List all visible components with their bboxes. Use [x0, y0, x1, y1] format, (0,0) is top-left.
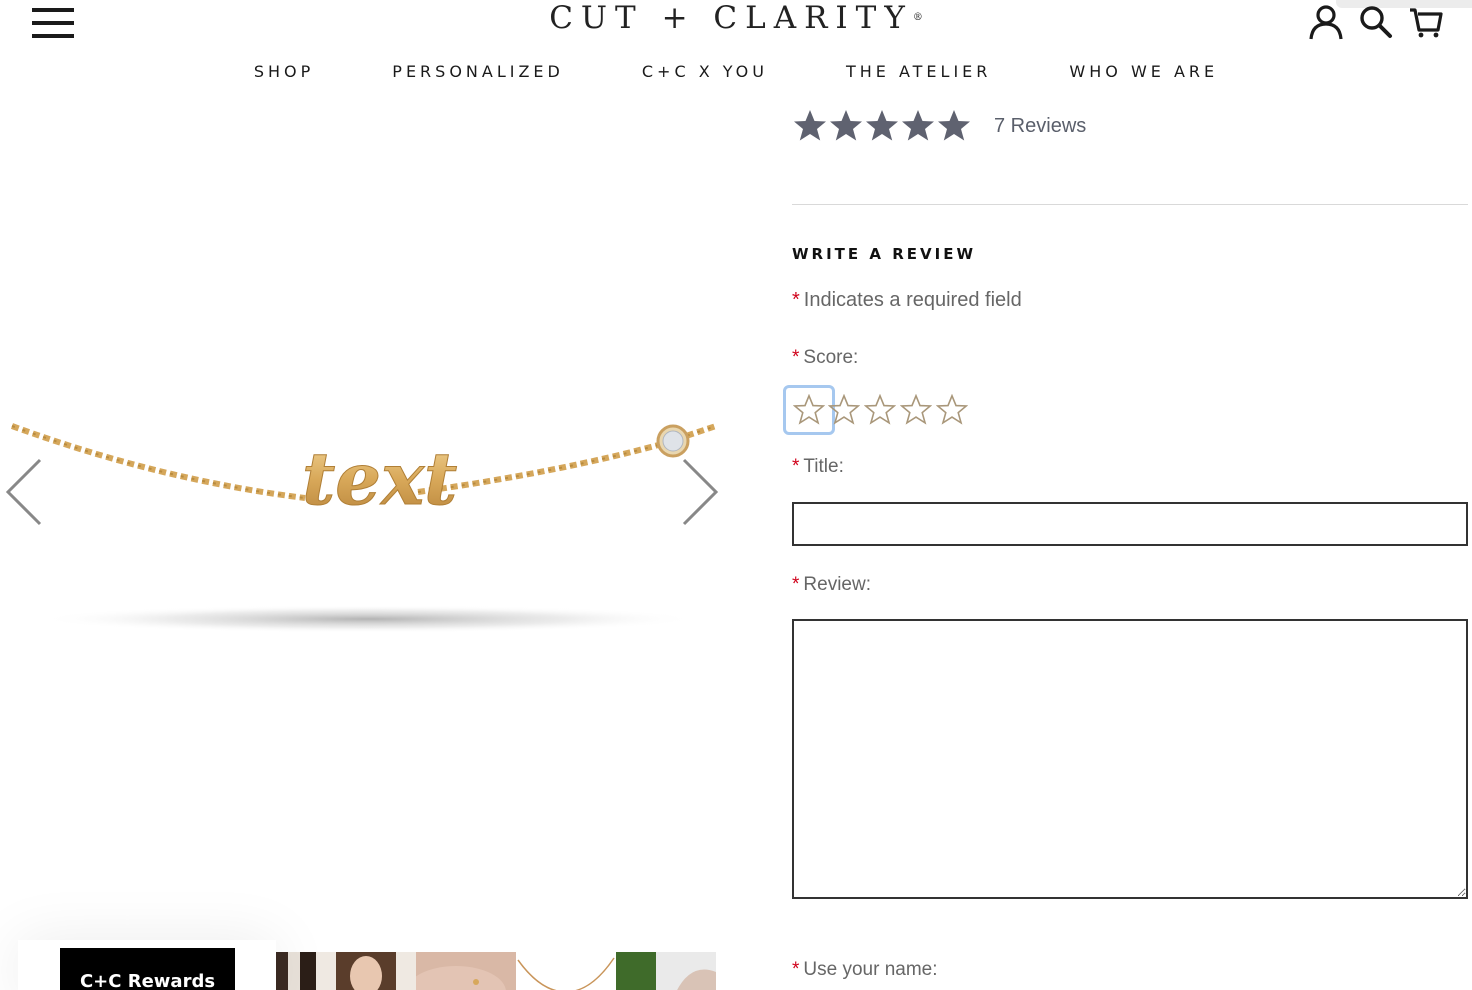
thumbnail-strip	[276, 952, 716, 990]
score-label-text: Score:	[803, 347, 859, 368]
review-label: * Review:	[792, 574, 871, 596]
required-asterisk: *	[792, 347, 800, 368]
thumbnail-3[interactable]	[416, 952, 516, 990]
main-navigation: SHOP PERSONALIZED C+C X YOU THE ATELIER …	[0, 62, 1472, 81]
required-asterisk: *	[792, 289, 800, 311]
nav-item-who-we-are[interactable]: WHO WE ARE	[1069, 62, 1218, 81]
star-filled-icon	[938, 110, 970, 141]
star-outline-icon	[936, 394, 968, 425]
section-divider	[792, 204, 1468, 205]
title-label: * Title:	[792, 456, 844, 478]
reviews-count-link[interactable]: 7 Reviews	[994, 115, 1086, 138]
thumbnail-1[interactable]	[276, 952, 316, 990]
star-outline-icon	[900, 394, 932, 425]
star-filled-icon	[794, 110, 826, 141]
cart-icon[interactable]	[1408, 4, 1444, 40]
review-label-text: Review:	[803, 574, 871, 595]
star-filled-icon	[866, 110, 898, 141]
review-body-textarea[interactable]	[792, 619, 1468, 899]
star-filled-icon	[902, 110, 934, 141]
registered-mark: ®	[912, 12, 923, 23]
chevron-right-icon[interactable]	[680, 456, 720, 528]
star-outline-icon	[864, 394, 896, 425]
name-label-text: Use your name:	[803, 959, 938, 980]
product-gallery: text	[0, 100, 720, 990]
nav-item-the-atelier[interactable]: THE ATELIER	[846, 62, 991, 81]
required-note-text: Indicates a required field	[803, 289, 1022, 311]
product-image: text	[10, 423, 717, 633]
write-review-heading: WRITE A REVIEW	[792, 245, 976, 263]
chevron-left-icon[interactable]	[4, 456, 44, 528]
nav-item-personalized[interactable]: PERSONALIZED	[392, 62, 564, 81]
title-label-text: Title:	[803, 456, 844, 477]
score-star-3[interactable]	[862, 388, 898, 432]
score-label: * Score:	[792, 347, 858, 369]
score-star-5[interactable]	[934, 388, 970, 432]
score-star-4[interactable]	[898, 388, 934, 432]
site-logo[interactable]: CUT + CLARITY®	[0, 0, 1472, 36]
nav-item-shop[interactable]: SHOP	[254, 62, 314, 81]
required-asterisk: *	[792, 456, 800, 477]
rewards-button[interactable]: C+C Rewards	[60, 948, 235, 990]
thumbnail-5[interactable]	[616, 952, 716, 990]
review-title-input[interactable]	[792, 502, 1468, 546]
rating-summary: 7 Reviews	[792, 108, 1086, 144]
star-outline-icon	[793, 394, 825, 425]
account-icon[interactable]	[1308, 4, 1344, 40]
header-actions	[1308, 4, 1444, 40]
product-script-word: text	[302, 436, 457, 521]
required-field-note: * Indicates a required field	[792, 289, 1022, 312]
star-outline-icon	[828, 394, 860, 425]
score-star-2[interactable]	[826, 388, 862, 432]
thumbnail-4[interactable]	[516, 952, 616, 990]
required-asterisk: *	[792, 959, 800, 980]
required-asterisk: *	[792, 574, 800, 595]
score-rating-input	[783, 385, 970, 435]
star-filled-icon	[830, 110, 862, 141]
name-label: * Use your name:	[792, 959, 938, 981]
nav-item-cc-x-you[interactable]: C+C X YOU	[642, 62, 768, 81]
logo-text: CUT + CLARITY	[549, 0, 913, 36]
thumbnail-2[interactable]	[316, 952, 416, 990]
search-icon[interactable]	[1358, 4, 1394, 40]
